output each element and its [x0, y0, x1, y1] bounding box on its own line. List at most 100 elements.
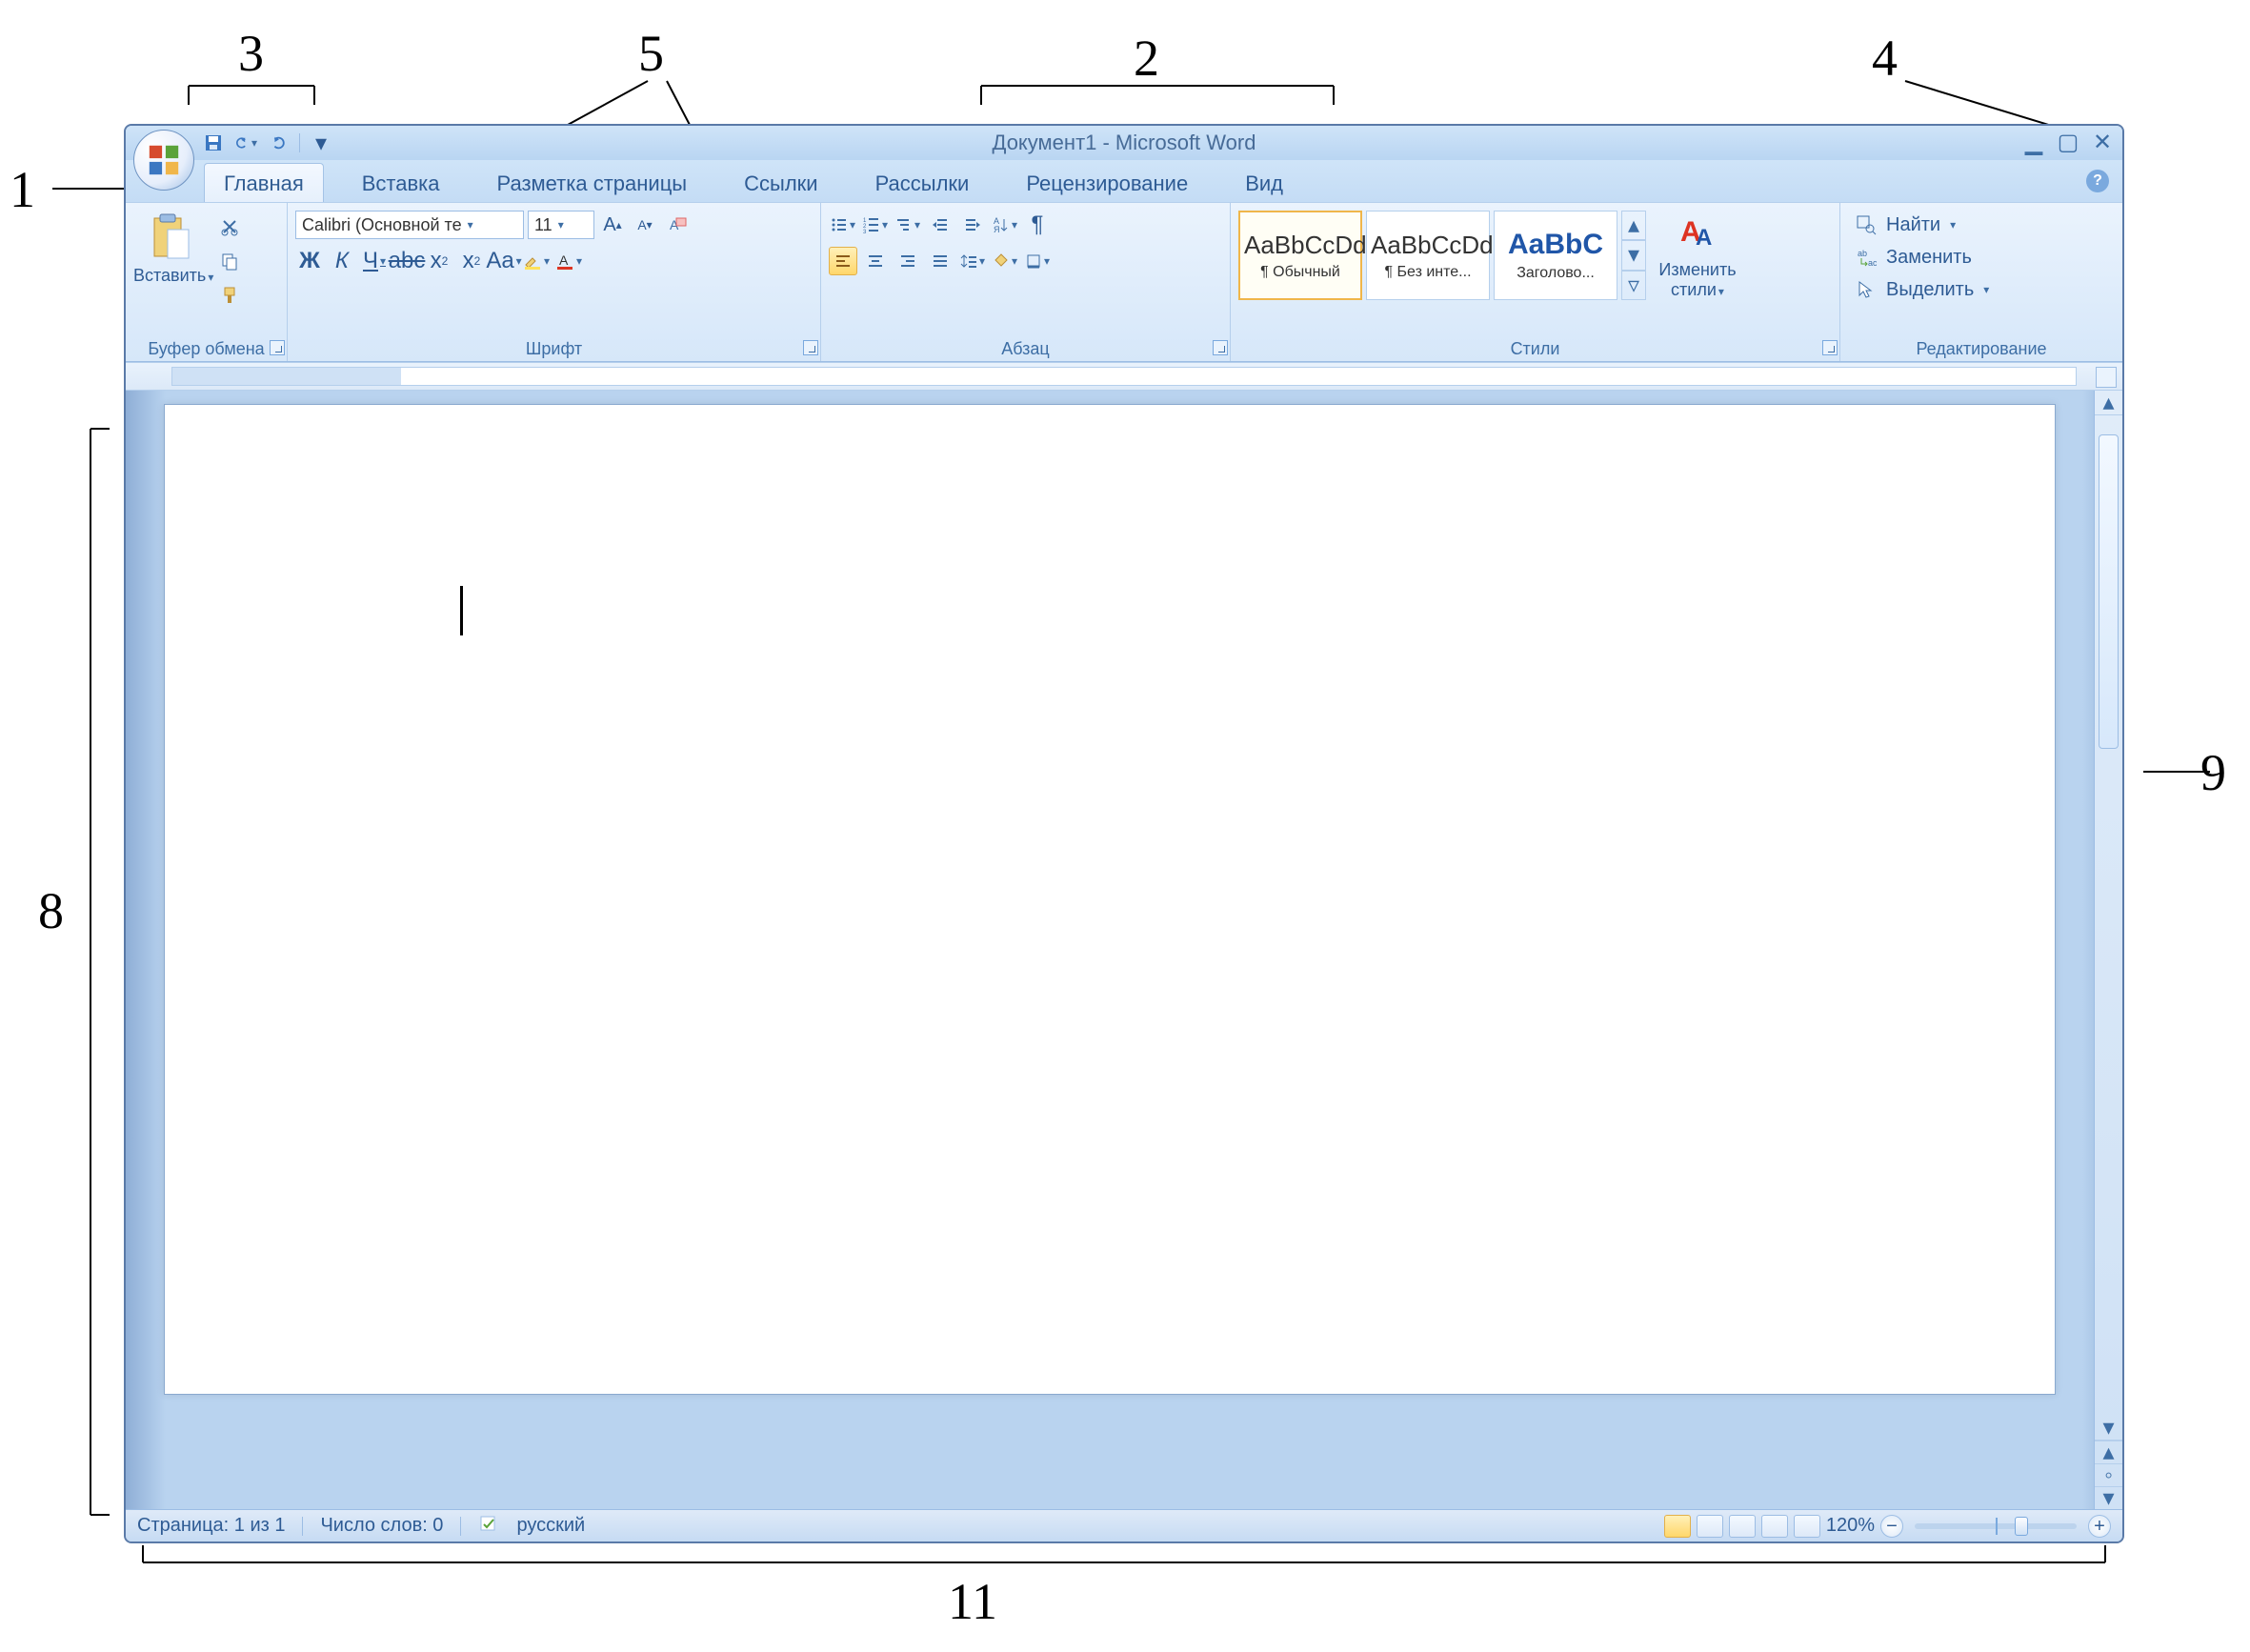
- replace-icon: abac: [1854, 245, 1878, 270]
- tab-insert[interactable]: Вставка: [343, 164, 459, 202]
- indent-inc-button[interactable]: [958, 211, 987, 239]
- change-case-button[interactable]: Aa: [490, 247, 518, 275]
- italic-button[interactable]: К: [328, 247, 356, 275]
- cut-icon[interactable]: [215, 212, 244, 241]
- style-down-icon[interactable]: ▾: [1621, 240, 1646, 270]
- group-font: Calibri (Основной те▾ 11▾ A▴ A▾ A Ж К Ч …: [288, 203, 821, 361]
- tab-view[interactable]: Вид: [1226, 164, 1302, 202]
- group-paragraph: 123 AЯ ¶: [821, 203, 1231, 361]
- save-icon[interactable]: [202, 131, 225, 154]
- zoom-out-button[interactable]: −: [1880, 1515, 1903, 1538]
- clear-format-icon[interactable]: A: [663, 211, 692, 239]
- callout-11: 11: [948, 1572, 997, 1631]
- tab-review[interactable]: Рецензирование: [1007, 164, 1207, 202]
- tab-references[interactable]: Ссылки: [725, 164, 836, 202]
- highlight-button[interactable]: [522, 247, 551, 275]
- scroll-thumb[interactable]: [2099, 434, 2119, 749]
- close-button[interactable]: ✕: [2092, 131, 2113, 152]
- grow-font-icon[interactable]: A▴: [598, 211, 627, 239]
- shrink-font-icon[interactable]: A▾: [631, 211, 659, 239]
- bold-button[interactable]: Ж: [295, 247, 324, 275]
- align-left-button[interactable]: [829, 247, 857, 275]
- view-draft[interactable]: [1794, 1515, 1820, 1538]
- horizontal-ruler[interactable]: [126, 362, 2122, 391]
- style-no-spacing[interactable]: AaBbCcDd ¶ Без инте...: [1366, 211, 1490, 300]
- paragraph-launcher[interactable]: [1213, 340, 1228, 355]
- indent-dec-button[interactable]: [926, 211, 954, 239]
- font-name-combo[interactable]: Calibri (Основной те▾: [295, 211, 524, 239]
- scroll-down-icon[interactable]: ▾: [2095, 1416, 2122, 1440]
- prev-page-icon[interactable]: ▴: [2095, 1440, 2122, 1463]
- line-spacing-button[interactable]: [958, 247, 987, 275]
- style-gallery-scroll[interactable]: ▴ ▾ ▿: [1621, 211, 1646, 300]
- ruler-toggle-button[interactable]: [2096, 367, 2117, 388]
- proofing-icon[interactable]: [478, 1513, 499, 1540]
- scroll-up-icon[interactable]: ▴: [2095, 391, 2122, 415]
- zoom-slider[interactable]: [1915, 1523, 2077, 1529]
- tab-home[interactable]: Главная: [204, 163, 324, 202]
- numbering-button[interactable]: 123: [861, 211, 890, 239]
- undo-icon[interactable]: [234, 131, 257, 154]
- browse-object-icon[interactable]: ◦: [2095, 1463, 2122, 1486]
- scroll-track[interactable]: [2095, 415, 2122, 1416]
- font-color-button[interactable]: A: [554, 247, 583, 275]
- zoom-in-button[interactable]: +: [2088, 1515, 2111, 1538]
- callout-3: 3: [238, 24, 264, 83]
- window-title: Документ1 - Microsoft Word: [993, 131, 1256, 155]
- view-outline[interactable]: [1761, 1515, 1788, 1538]
- superscript-button[interactable]: x2: [457, 247, 486, 275]
- bullets-button[interactable]: [829, 211, 857, 239]
- maximize-button[interactable]: ▢: [2058, 131, 2079, 152]
- svg-text:A: A: [1696, 225, 1712, 251]
- page[interactable]: [164, 404, 2056, 1395]
- style-normal[interactable]: AaBbCcDd ¶ Обычный: [1238, 211, 1362, 300]
- find-button[interactable]: Найти: [1854, 212, 1989, 237]
- status-language[interactable]: русский: [516, 1515, 585, 1537]
- callout-5: 5: [638, 24, 664, 83]
- view-web-layout[interactable]: [1729, 1515, 1756, 1538]
- font-launcher[interactable]: [803, 340, 818, 355]
- format-painter-icon[interactable]: [215, 281, 244, 310]
- vertical-scrollbar[interactable]: ▴ ▾ ▴ ◦ ▾: [2094, 391, 2122, 1509]
- underline-button[interactable]: Ч: [360, 247, 389, 275]
- qat-customize-icon[interactable]: ▾: [310, 131, 332, 154]
- minimize-button[interactable]: ▁: [2023, 131, 2044, 152]
- borders-button[interactable]: [1023, 247, 1052, 275]
- align-center-button[interactable]: [861, 247, 890, 275]
- callout-8: 8: [38, 881, 64, 940]
- copy-icon[interactable]: [215, 247, 244, 275]
- styles-gallery[interactable]: AaBbCcDd ¶ Обычный AaBbCcDd ¶ Без инте..…: [1238, 207, 1646, 300]
- strike-button[interactable]: abc: [392, 247, 421, 275]
- show-marks-button[interactable]: ¶: [1023, 211, 1052, 239]
- status-words[interactable]: Число слов: 0: [320, 1515, 443, 1537]
- office-button[interactable]: [133, 130, 194, 191]
- replace-button[interactable]: abac Заменить: [1854, 245, 1989, 270]
- redo-icon[interactable]: [267, 131, 290, 154]
- subscript-button[interactable]: x2: [425, 247, 453, 275]
- align-right-button[interactable]: [894, 247, 922, 275]
- style-more-icon[interactable]: ▿: [1621, 271, 1646, 300]
- align-justify-button[interactable]: [926, 247, 954, 275]
- clipboard-launcher[interactable]: [270, 340, 285, 355]
- font-size-combo[interactable]: 11▾: [528, 211, 594, 239]
- change-styles-button[interactable]: AA Изменить стили: [1652, 207, 1743, 300]
- next-page-icon[interactable]: ▾: [2095, 1486, 2122, 1509]
- status-bar: Страница: 1 из 1 Число слов: 0 русский 1…: [126, 1509, 2122, 1541]
- select-button[interactable]: Выделить: [1854, 277, 1989, 302]
- styles-launcher[interactable]: [1822, 340, 1838, 355]
- style-heading1[interactable]: AaBbC Заголово...: [1494, 211, 1617, 300]
- style-up-icon[interactable]: ▴: [1621, 211, 1646, 240]
- view-full-screen[interactable]: [1697, 1515, 1723, 1538]
- tab-mailings[interactable]: Рассылки: [856, 164, 989, 202]
- view-print-layout[interactable]: [1664, 1515, 1691, 1538]
- sort-button[interactable]: AЯ: [991, 211, 1019, 239]
- qat-sep: [299, 133, 300, 152]
- paste-button[interactable]: Вставить: [133, 207, 210, 286]
- multilevel-button[interactable]: [894, 211, 922, 239]
- status-page[interactable]: Страница: 1 из 1: [137, 1515, 285, 1537]
- shading-button[interactable]: [991, 247, 1019, 275]
- tab-layout[interactable]: Разметка страницы: [478, 164, 707, 202]
- document-viewport[interactable]: [126, 391, 2094, 1509]
- help-button[interactable]: ?: [2086, 170, 2109, 192]
- zoom-level[interactable]: 120%: [1826, 1515, 1875, 1537]
